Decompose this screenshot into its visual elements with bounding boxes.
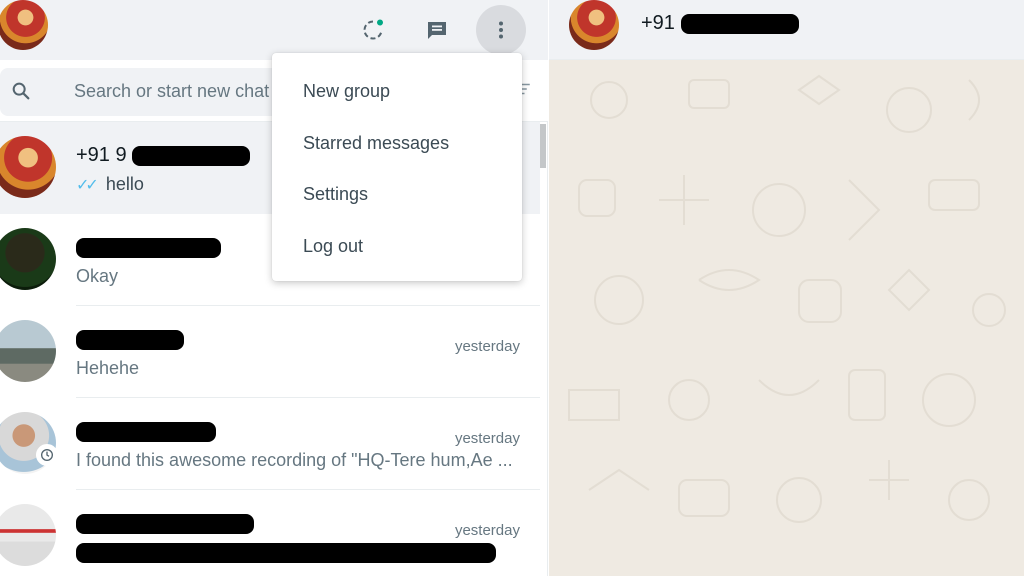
message-square-icon — [428, 22, 446, 39]
chat-message-text: Hehehe — [76, 358, 140, 378]
chat-name-visible: +91 9 — [76, 144, 127, 166]
chat-name: +91 9 — [76, 144, 251, 167]
left-header — [0, 0, 548, 60]
chat-row[interactable]: yesterday — [0, 490, 540, 576]
chat-last-message: ✓✓ hello — [76, 174, 144, 195]
chat-message-text: I found this awesome recording of "HQ-Te… — [76, 450, 513, 470]
chat-avatar — [0, 136, 56, 198]
contact-avatar[interactable] — [569, 0, 619, 50]
clock-icon — [41, 449, 53, 461]
redaction-mark — [76, 543, 496, 564]
chat-avatar — [0, 504, 56, 566]
chat-name — [76, 328, 184, 351]
chat-time: yesterday — [454, 338, 520, 355]
menu-dots-icon[interactable] — [476, 5, 526, 55]
kebab-icon — [499, 21, 503, 39]
redaction-mark — [76, 421, 216, 442]
chat-name — [76, 512, 254, 535]
profile-avatar[interactable] — [0, 0, 48, 50]
redaction-mark — [76, 513, 254, 534]
main-menu: New group Starred messages Settings Log … — [272, 53, 522, 281]
chat-time: yesterday — [454, 430, 520, 447]
search-input[interactable] — [74, 78, 274, 104]
conversation-pane: +91 — [549, 0, 1024, 576]
chat-avatar — [0, 320, 56, 382]
chat-avatar — [0, 228, 56, 290]
chat-name — [76, 420, 216, 443]
scrollbar-thumb[interactable] — [540, 124, 546, 168]
chat-row[interactable]: yesterday Hehehe — [0, 306, 540, 398]
menu-item-new-group[interactable]: New group — [272, 66, 522, 118]
chat-last-message — [76, 542, 496, 564]
double-check-icon: ✓✓ — [76, 177, 99, 194]
redaction-mark — [76, 237, 221, 258]
chat-message-text: hello — [105, 174, 144, 194]
chat-message-text: Okay — [76, 266, 119, 286]
contact-name-visible: +91 — [641, 12, 675, 34]
chat-wallpaper-doodle — [568, 74, 1006, 523]
chat-time: yesterday — [454, 522, 520, 539]
new-chat-icon[interactable] — [412, 5, 462, 55]
timer-badge-icon — [36, 444, 58, 466]
redaction-mark — [76, 329, 184, 350]
redaction-mark — [132, 145, 251, 166]
chat-name — [76, 236, 221, 259]
status-icon[interactable] — [348, 5, 398, 55]
menu-item-log-out[interactable]: Log out — [272, 221, 522, 273]
menu-item-settings[interactable]: Settings — [272, 169, 522, 221]
redaction-mark — [680, 13, 799, 34]
search-icon[interactable] — [10, 80, 32, 102]
contact-name[interactable]: +91 — [641, 12, 799, 35]
menu-item-starred-messages[interactable]: Starred messages — [272, 118, 522, 170]
conversation-header[interactable]: +91 — [549, 0, 1024, 60]
chat-row[interactable]: yesterday I found this awesome recording… — [0, 398, 540, 490]
status-ring-icon — [363, 19, 383, 40]
